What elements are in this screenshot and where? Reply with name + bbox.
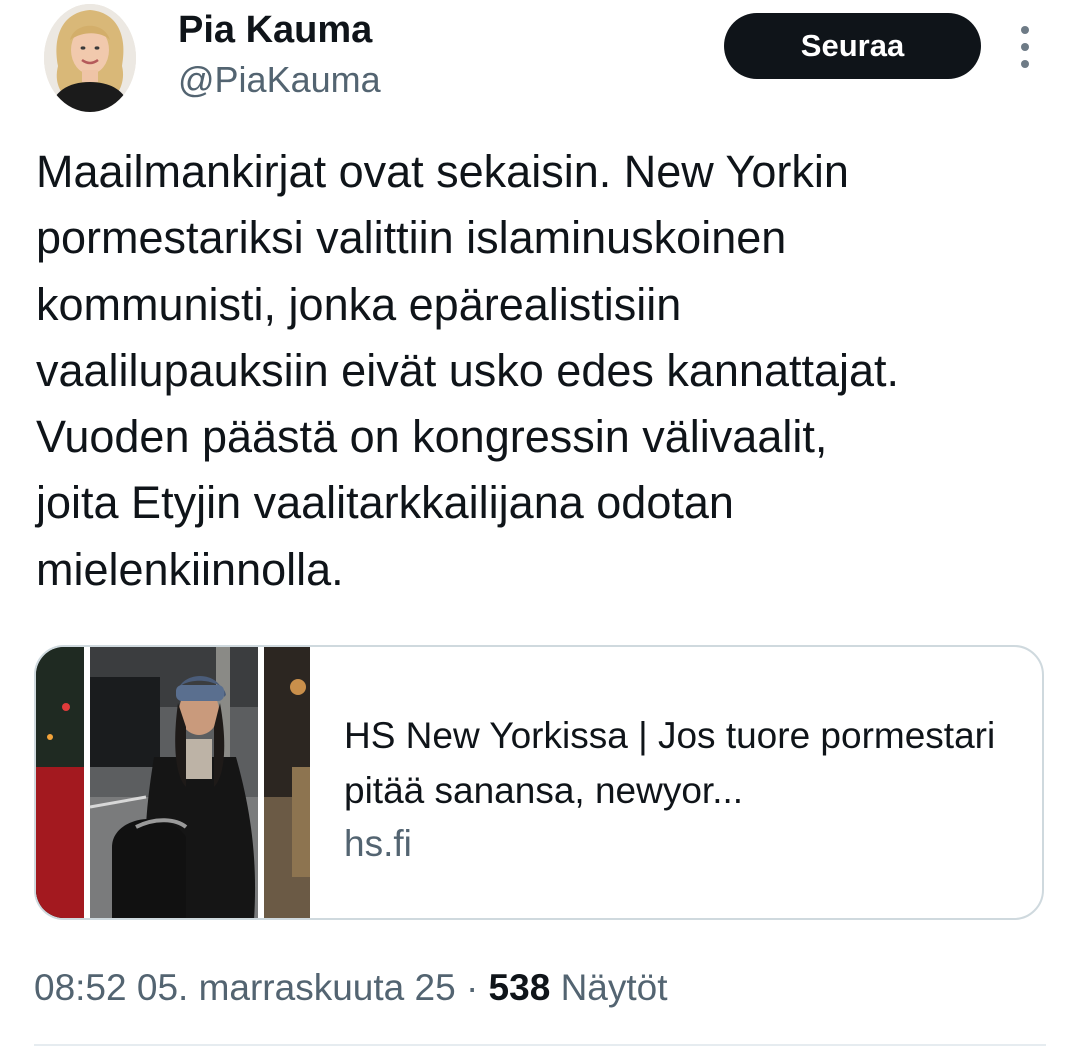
follow-button[interactable]: Seuraa [724, 13, 981, 79]
avatar[interactable] [44, 4, 136, 112]
link-card[interactable]: HS New Yorkissa | Jos tuore pormestari p… [34, 645, 1044, 920]
avatar-photo [44, 4, 136, 112]
author-display-name[interactable]: Pia Kauma [178, 8, 372, 52]
more-dot [1021, 26, 1029, 34]
views-count: 538 [488, 967, 551, 1008]
tweet-text: Maailmankirjat ovat sekaisin. New Yorkin… [36, 146, 900, 595]
link-card-domain: hs.fi [344, 823, 412, 864]
divider [34, 1044, 1046, 1046]
link-card-title: HS New Yorkissa | Jos tuore pormestari p… [344, 715, 996, 811]
news-photo-collage [36, 647, 310, 918]
more-dot [1021, 60, 1029, 68]
views-label: Näytöt [560, 967, 668, 1008]
more-dot [1021, 43, 1029, 51]
meta-separator: · [465, 967, 479, 1008]
more-vertical-icon[interactable] [1010, 26, 1040, 68]
author-handle[interactable]: @PiaKauma [178, 58, 381, 102]
tweet-meta: 08:52 05. marraskuuta 25 · 538 Näytöt [34, 962, 668, 1014]
link-card-image [36, 647, 310, 918]
tweet-timestamp[interactable]: 08:52 05. marraskuuta 25 [34, 967, 456, 1008]
